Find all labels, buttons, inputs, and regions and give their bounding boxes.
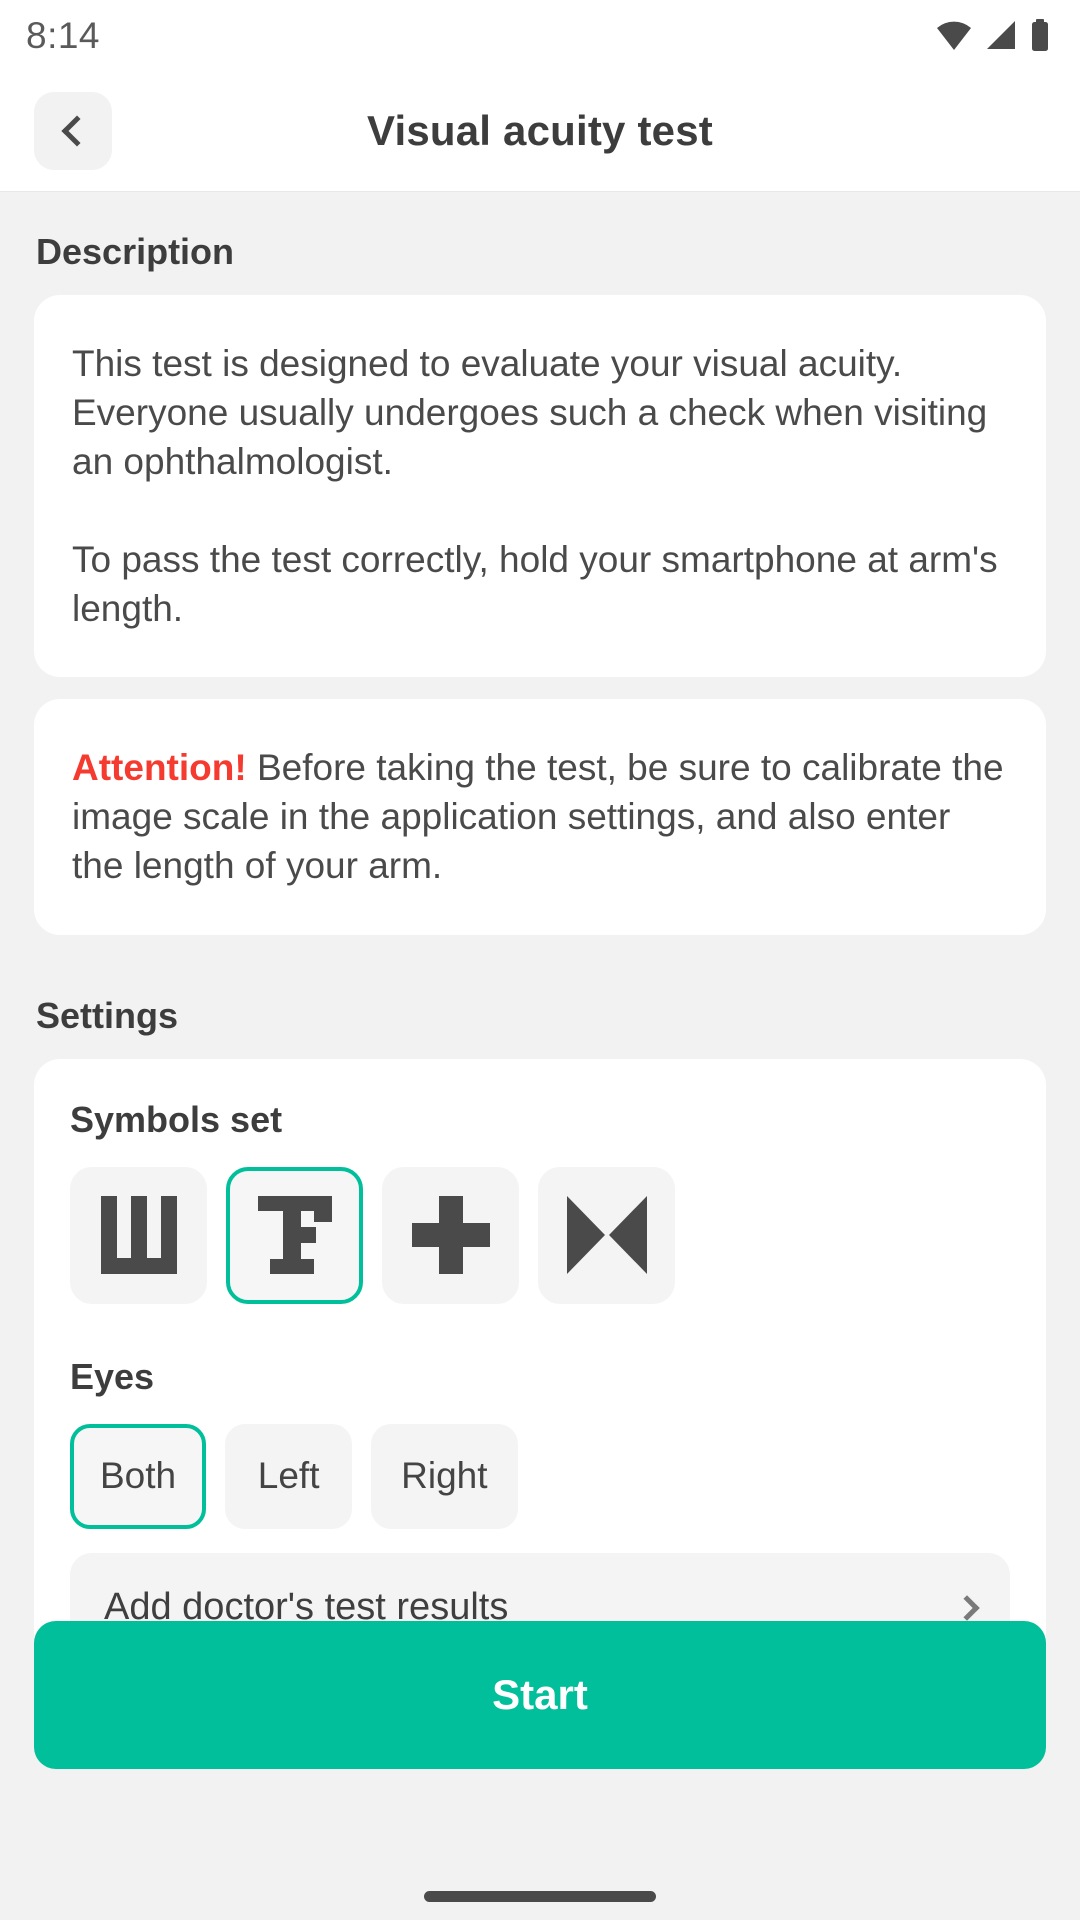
start-button[interactable]: Start — [34, 1621, 1046, 1769]
attention-card: Attention! Before taking the test, be su… — [34, 699, 1046, 935]
eyes-options: Both Left Right — [70, 1423, 1010, 1529]
chevron-right-icon — [954, 1594, 980, 1621]
symbol-option-bowtie[interactable] — [538, 1166, 675, 1304]
symbols-set-label: Symbols set — [70, 1098, 283, 1140]
signal-icon — [987, 21, 1015, 49]
app-screen: 8:14 Visual acuity test Description This… — [0, 0, 1080, 1920]
eyes-label: Eyes — [70, 1355, 155, 1397]
settings-card: Symbols set Eyes Both Left Right Add doc… — [34, 1058, 1046, 1709]
sha-symbol-icon — [100, 1196, 177, 1275]
eye-option-left[interactable]: Left — [225, 1423, 353, 1529]
plus-symbol-icon — [411, 1196, 490, 1275]
app-bar: Visual acuity test — [0, 70, 1080, 192]
chevron-left-icon — [61, 114, 93, 147]
settings-heading: Settings — [36, 994, 179, 1036]
gesture-nav-bar[interactable] — [424, 1891, 656, 1902]
symbols-set-options — [70, 1166, 1010, 1304]
status-bar: 8:14 — [0, 0, 1080, 70]
battery-icon — [1032, 19, 1048, 51]
status-icons — [936, 19, 1050, 51]
description-paragraph-2: To pass the test correctly, hold your sm… — [72, 538, 998, 629]
description-card: This test is designed to evaluate your v… — [34, 295, 1046, 678]
symbol-option-snellen-f[interactable] — [226, 1166, 363, 1304]
attention-paragraph: Attention! Before taking the test, be su… — [72, 743, 1008, 891]
symbol-option-sha[interactable] — [70, 1166, 207, 1304]
bowtie-symbol-icon — [566, 1196, 647, 1275]
status-clock: 8:14 — [26, 14, 101, 56]
attention-label: Attention! — [72, 747, 247, 789]
eye-option-both[interactable]: Both — [70, 1423, 207, 1529]
eye-option-right[interactable]: Right — [371, 1423, 518, 1529]
back-button[interactable] — [34, 91, 112, 170]
snellen-f-symbol-icon — [257, 1196, 332, 1275]
wifi-icon — [937, 21, 971, 50]
symbol-option-plus[interactable] — [382, 1166, 519, 1304]
page-title: Visual acuity test — [367, 106, 713, 154]
description-paragraph-1: This test is designed to evaluate your v… — [72, 343, 988, 483]
description-heading: Description — [36, 231, 235, 272]
